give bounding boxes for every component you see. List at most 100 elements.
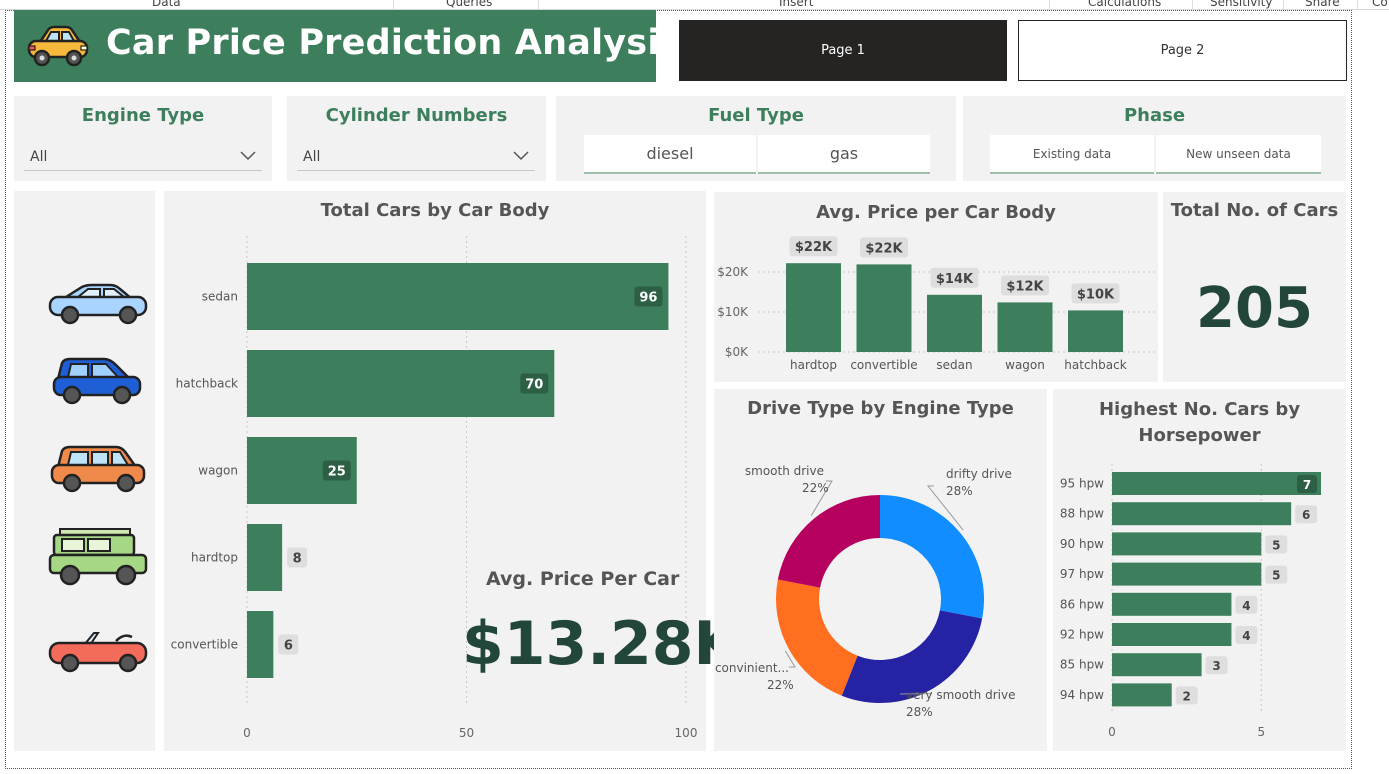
phase-option-new[interactable]: New unseen data bbox=[1156, 135, 1321, 174]
category-label: hardtop bbox=[191, 551, 238, 565]
category-label: convertible bbox=[850, 358, 917, 372]
data-label: 6 bbox=[1302, 508, 1310, 522]
data-label: 96 bbox=[639, 291, 657, 306]
report-header: Car Price Prediction Analysis bbox=[14, 10, 680, 82]
ribbon-tab-queries[interactable]: Queries bbox=[446, 0, 492, 9]
data-label: 6 bbox=[284, 639, 293, 654]
drive-type-donut-chart: drifty drive 28% very smooth drive 28% convi… bbox=[715, 464, 1016, 719]
chevron-down-icon bbox=[240, 151, 256, 161]
x-tick-label: 5 bbox=[1257, 725, 1265, 739]
ribbon-separator bbox=[393, 0, 394, 9]
hatchback-car-icon bbox=[52, 357, 142, 405]
page-1-label: Page 1 bbox=[821, 43, 865, 58]
y-tick-label: $10K bbox=[717, 305, 749, 319]
phase-option-existing-label: Existing data bbox=[1032, 146, 1112, 161]
avg-price-title: Avg. Price Per Car bbox=[486, 568, 680, 590]
bar bbox=[997, 302, 1053, 352]
x-tick-label: 0 bbox=[243, 726, 251, 740]
bar bbox=[247, 611, 274, 678]
category-label: wagon bbox=[198, 464, 238, 478]
data-label: 25 bbox=[328, 465, 346, 480]
bar bbox=[1112, 623, 1232, 646]
bar bbox=[247, 263, 669, 330]
slice-name-label: drifty drive bbox=[946, 467, 1012, 481]
ribbon-separator bbox=[1192, 0, 1193, 9]
fuel-option-diesel[interactable]: diesel bbox=[584, 135, 756, 174]
category-label: sedan bbox=[202, 290, 238, 304]
engine-type-value: All bbox=[30, 149, 48, 165]
ribbon-tab-insert[interactable]: Insert bbox=[779, 0, 813, 9]
wagon-car-icon bbox=[50, 445, 146, 493]
total-cars-title: Total No. of Cars bbox=[1170, 200, 1339, 221]
offroad-car-icon bbox=[48, 528, 148, 586]
slice-name-label: smooth drive bbox=[745, 464, 824, 478]
bar bbox=[1112, 653, 1202, 677]
total-cars-by-body-visual: Total Cars by Car Body 0 50 100 sedan 96 hatc… bbox=[164, 191, 740, 751]
fuel-option-gas[interactable]: gas bbox=[758, 135, 930, 174]
bar bbox=[247, 524, 283, 591]
cylinder-numbers-value: All bbox=[303, 149, 321, 165]
ribbon-tab-co[interactable]: Co bbox=[1372, 0, 1388, 9]
phase-slicer: Phase Existing data New unseen data bbox=[963, 96, 1346, 181]
ribbon-separator bbox=[538, 0, 539, 9]
page-2-button[interactable]: Page 2 bbox=[1018, 20, 1347, 81]
ribbon-tab-calculations[interactable]: Calculations bbox=[1088, 0, 1161, 9]
slice-value-label: 22% bbox=[767, 678, 794, 692]
bar bbox=[1112, 592, 1232, 616]
ribbon-tab-share[interactable]: Share bbox=[1305, 0, 1340, 9]
car-icons-panel bbox=[14, 191, 155, 751]
horsepower-chart: 0 5 95 hpw 7 88 hpw 6 90 hpw 5 97 hpw 5 86 hpw 4 92 … bbox=[1060, 464, 1321, 739]
bar bbox=[786, 263, 841, 352]
category-label: hatchback bbox=[176, 377, 238, 391]
category-label: sedan bbox=[936, 358, 972, 372]
data-label: 5 bbox=[1272, 538, 1280, 552]
bar bbox=[1112, 562, 1262, 586]
ribbon-strip: Data Queries Insert Calculations Sensiti… bbox=[0, 0, 1389, 10]
data-label: $22K bbox=[795, 240, 833, 255]
data-label: 3 bbox=[1212, 659, 1220, 673]
data-label: 8 bbox=[293, 552, 302, 567]
chevron-down-icon bbox=[513, 151, 529, 161]
category-label: 86 hpw bbox=[1060, 597, 1104, 611]
category-label: hatchback bbox=[1064, 358, 1126, 372]
cylinder-numbers-title: Cylinder Numbers bbox=[325, 105, 508, 126]
ribbon-separator bbox=[1357, 0, 1358, 9]
bar bbox=[856, 264, 912, 352]
ribbon-tab-data[interactable]: Data bbox=[152, 0, 181, 9]
cylinder-numbers-dropdown[interactable]: All bbox=[297, 139, 535, 171]
phase-option-new-label: New unseen data bbox=[1186, 146, 1291, 161]
cylinder-numbers-slicer: Cylinder Numbers All bbox=[287, 96, 546, 181]
avg-price-by-body-visual: Avg. Price per Car Body $0K $10K $20K $22K h… bbox=[714, 192, 1158, 382]
category-label: 97 hpw bbox=[1060, 567, 1104, 581]
data-label: 2 bbox=[1183, 689, 1191, 703]
category-label: hardtop bbox=[790, 358, 837, 372]
category-label: 88 hpw bbox=[1060, 507, 1104, 521]
bar bbox=[247, 350, 555, 417]
report-title: Car Price Prediction Analysis bbox=[106, 23, 681, 63]
ribbon-tab-sensitivity[interactable]: Sensitivity bbox=[1210, 0, 1272, 9]
bar bbox=[1068, 310, 1123, 352]
fuel-type-slicer: Fuel Type diesel gas bbox=[556, 96, 956, 181]
engine-type-slicer: Engine Type All bbox=[14, 96, 272, 181]
donut-slice bbox=[880, 495, 984, 619]
drive-type-visual: Drive Type by Engine Type drifty drive 28… bbox=[714, 389, 1047, 751]
phase-option-existing[interactable]: Existing data bbox=[990, 135, 1154, 174]
engine-type-title: Engine Type bbox=[81, 105, 205, 126]
category-label: convertible bbox=[171, 638, 238, 652]
bar bbox=[1112, 532, 1262, 556]
fuel-type-title: Fuel Type bbox=[708, 105, 804, 126]
data-label: $22K bbox=[865, 241, 903, 256]
slice-name-label: convinient... bbox=[715, 661, 789, 675]
y-tick-label: $0K bbox=[725, 345, 749, 359]
page-1-button[interactable]: Page 1 bbox=[679, 20, 1007, 81]
bar bbox=[1112, 472, 1321, 495]
x-tick-label: 0 bbox=[1108, 725, 1116, 739]
category-label: 92 hpw bbox=[1060, 628, 1104, 642]
ribbon-separator bbox=[1049, 0, 1050, 9]
car-icon bbox=[27, 25, 89, 67]
category-label: 90 hpw bbox=[1060, 537, 1104, 551]
engine-type-dropdown[interactable]: All bbox=[24, 139, 262, 171]
ribbon-separator bbox=[1283, 0, 1284, 9]
data-label: $14K bbox=[936, 272, 974, 287]
avg-price-by-body-chart: $0K $10K $20K $22K hardtop $22K convertible $14… bbox=[717, 236, 1156, 372]
